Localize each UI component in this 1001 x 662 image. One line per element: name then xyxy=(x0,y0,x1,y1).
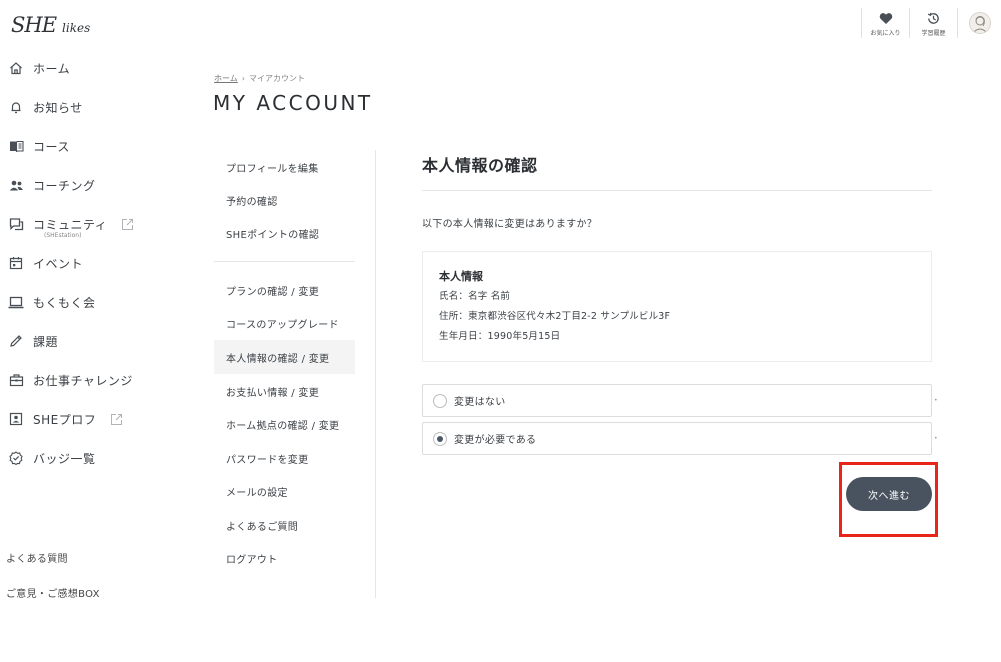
section-title: 本人情報の確認 xyxy=(422,156,538,175)
sidebar-item-assignments[interactable]: 課題 xyxy=(0,323,160,359)
menu-faq[interactable]: よくあるご質問 xyxy=(214,508,355,542)
menu-change-password[interactable]: パスワードを変更 xyxy=(214,441,355,475)
sidebar-item-courses[interactable]: コース xyxy=(0,128,160,164)
logo-subtext: likes xyxy=(62,21,91,35)
sidebar-item-home[interactable]: ホーム xyxy=(0,50,160,86)
radio-dot xyxy=(437,435,443,442)
breadcrumb-current: マイアカウント xyxy=(248,74,305,83)
pencil-icon xyxy=(8,333,24,349)
external-link-icon xyxy=(110,413,123,426)
menu-course-upgrade[interactable]: コースのアップグレード xyxy=(214,306,355,340)
radio-button-selected[interactable] xyxy=(433,431,447,446)
info-name-row: 氏名： 名字 名前 xyxy=(439,292,915,302)
people-icon xyxy=(8,177,24,193)
sidebar-item-label: SHEプロフ xyxy=(33,412,97,427)
header-actions: お気に入り 学習履歴 xyxy=(861,8,1001,38)
history-icon xyxy=(926,10,941,26)
account-menu: プロフィールを編集 予約の確認 SHEポイントの確認 プランの確認 / 変更 コ… xyxy=(214,150,376,598)
sidebar-item-label: お知らせ xyxy=(33,100,83,115)
question-text: 以下の本人情報に変更はありますか？ xyxy=(422,219,598,230)
radio-label: 変更が必要である xyxy=(454,435,537,446)
menu-logout[interactable]: ログアウト xyxy=(214,541,355,575)
favorites-label: お気に入り xyxy=(870,30,901,37)
home-icon xyxy=(8,60,24,76)
menu-she-points[interactable]: SHEポイントの確認 xyxy=(214,216,355,250)
id-card-icon xyxy=(8,411,24,427)
sidebar-item-notifications[interactable]: お知らせ xyxy=(0,89,160,125)
option-no-change[interactable]: 変更はない xyxy=(422,384,932,417)
identity-info-card: 本人情報 氏名： 名字 名前 住所： 東京都渋谷区代々木2丁目2-2 サンプルビ… xyxy=(422,251,932,362)
sidebar-item-community[interactable]: コミュニティ (SHEstation) xyxy=(0,206,160,242)
birthdate-label: 生年月日： xyxy=(439,331,488,342)
sidebar-item-label: コーチング xyxy=(33,178,96,193)
brand-logo[interactable]: SHE likes xyxy=(11,12,90,36)
sidebar-item-coaching[interactable]: コーチング xyxy=(0,167,160,203)
menu-reservations[interactable]: 予約の確認 xyxy=(214,183,355,217)
breadcrumb: ホーム › マイアカウント xyxy=(214,73,305,84)
history-label: 学習履歴 xyxy=(921,30,946,37)
sidebar-item-label: お仕事チャレンジ xyxy=(33,373,133,388)
user-avatar xyxy=(968,12,991,34)
sidebar-item-she-profile[interactable]: SHEプロフ xyxy=(0,401,160,437)
menu-email-settings[interactable]: メールの設定 xyxy=(214,474,355,508)
birthdate-value: 1990年5月15日 xyxy=(487,331,561,342)
menu-home-base[interactable]: ホーム拠点の確認 / 変更 xyxy=(214,407,355,441)
address-value: 東京都渋谷区代々木2丁目2-2 サンプルビル3F xyxy=(468,311,671,322)
radio-button[interactable] xyxy=(433,393,447,408)
bell-icon xyxy=(8,99,24,115)
sidebar-item-mokumoku[interactable]: もくもく会 xyxy=(0,284,160,320)
menu-plan[interactable]: プランの確認 / 変更 xyxy=(214,273,355,307)
breadcrumb-home-link[interactable]: ホーム xyxy=(214,73,238,84)
calendar-icon xyxy=(8,255,24,271)
address-label: 住所： xyxy=(439,311,469,322)
menu-identity-info[interactable]: 本人情報の確認 / 変更 xyxy=(214,340,355,374)
option-change-needed[interactable]: 変更が必要である xyxy=(422,422,932,455)
page-title: MY ACCOUNT xyxy=(213,91,373,115)
breadcrumb-separator: › xyxy=(241,74,245,83)
badge-icon xyxy=(8,450,24,466)
menu-payment-info[interactable]: お支払い情報 / 変更 xyxy=(214,374,355,408)
menu-edit-profile[interactable]: プロフィールを編集 xyxy=(214,150,355,184)
next-button[interactable]: 次へ進む xyxy=(846,477,932,511)
chat-icon xyxy=(8,216,24,232)
feedback-link[interactable]: ご意見・ご感想BOX xyxy=(6,585,100,600)
option-marker: • xyxy=(934,397,938,404)
laptop-icon xyxy=(8,294,24,310)
sidebar-item-label: イベント xyxy=(33,256,84,271)
section-divider xyxy=(422,190,932,191)
logo-mark: SHE xyxy=(11,13,57,37)
radio-label: 変更はない xyxy=(454,397,506,408)
info-birthdate-row: 生年月日： 1990年5月15日 xyxy=(439,332,915,342)
sidebar-item-badges[interactable]: バッジ一覧 xyxy=(0,440,160,476)
sidebar-item-label: 課題 xyxy=(33,334,59,349)
option-marker: • xyxy=(934,435,938,442)
sidebar-item-label: ホーム xyxy=(33,61,71,76)
info-address-row: 住所： 東京都渋谷区代々木2丁目2-2 サンプルビル3F xyxy=(439,312,915,322)
faq-link[interactable]: よくある質問 xyxy=(6,550,68,565)
sidebar-item-label: コース xyxy=(33,139,70,154)
name-label: 氏名： xyxy=(439,291,469,302)
briefcase-icon xyxy=(8,372,24,388)
external-link-icon xyxy=(121,218,134,231)
favorites-button[interactable]: お気に入り xyxy=(861,8,909,38)
name-value: 名字 名前 xyxy=(468,291,511,302)
sidebar-item-sublabel: (SHEstation) xyxy=(44,232,82,239)
sidebar-item-label: もくもく会 xyxy=(33,295,96,310)
sidebar-item-label: コミュニティ xyxy=(33,217,108,232)
heart-icon xyxy=(879,10,893,26)
user-avatar-button[interactable] xyxy=(957,8,1001,38)
sidebar-item-events[interactable]: イベント xyxy=(0,245,160,281)
book-icon xyxy=(8,138,24,154)
sidebar-item-job-challenge[interactable]: お仕事チャレンジ xyxy=(0,362,160,398)
sidebar-item-label: バッジ一覧 xyxy=(33,451,96,466)
menu-divider xyxy=(214,261,355,262)
info-card-title: 本人情報 xyxy=(439,270,483,283)
history-button[interactable]: 学習履歴 xyxy=(909,8,957,38)
